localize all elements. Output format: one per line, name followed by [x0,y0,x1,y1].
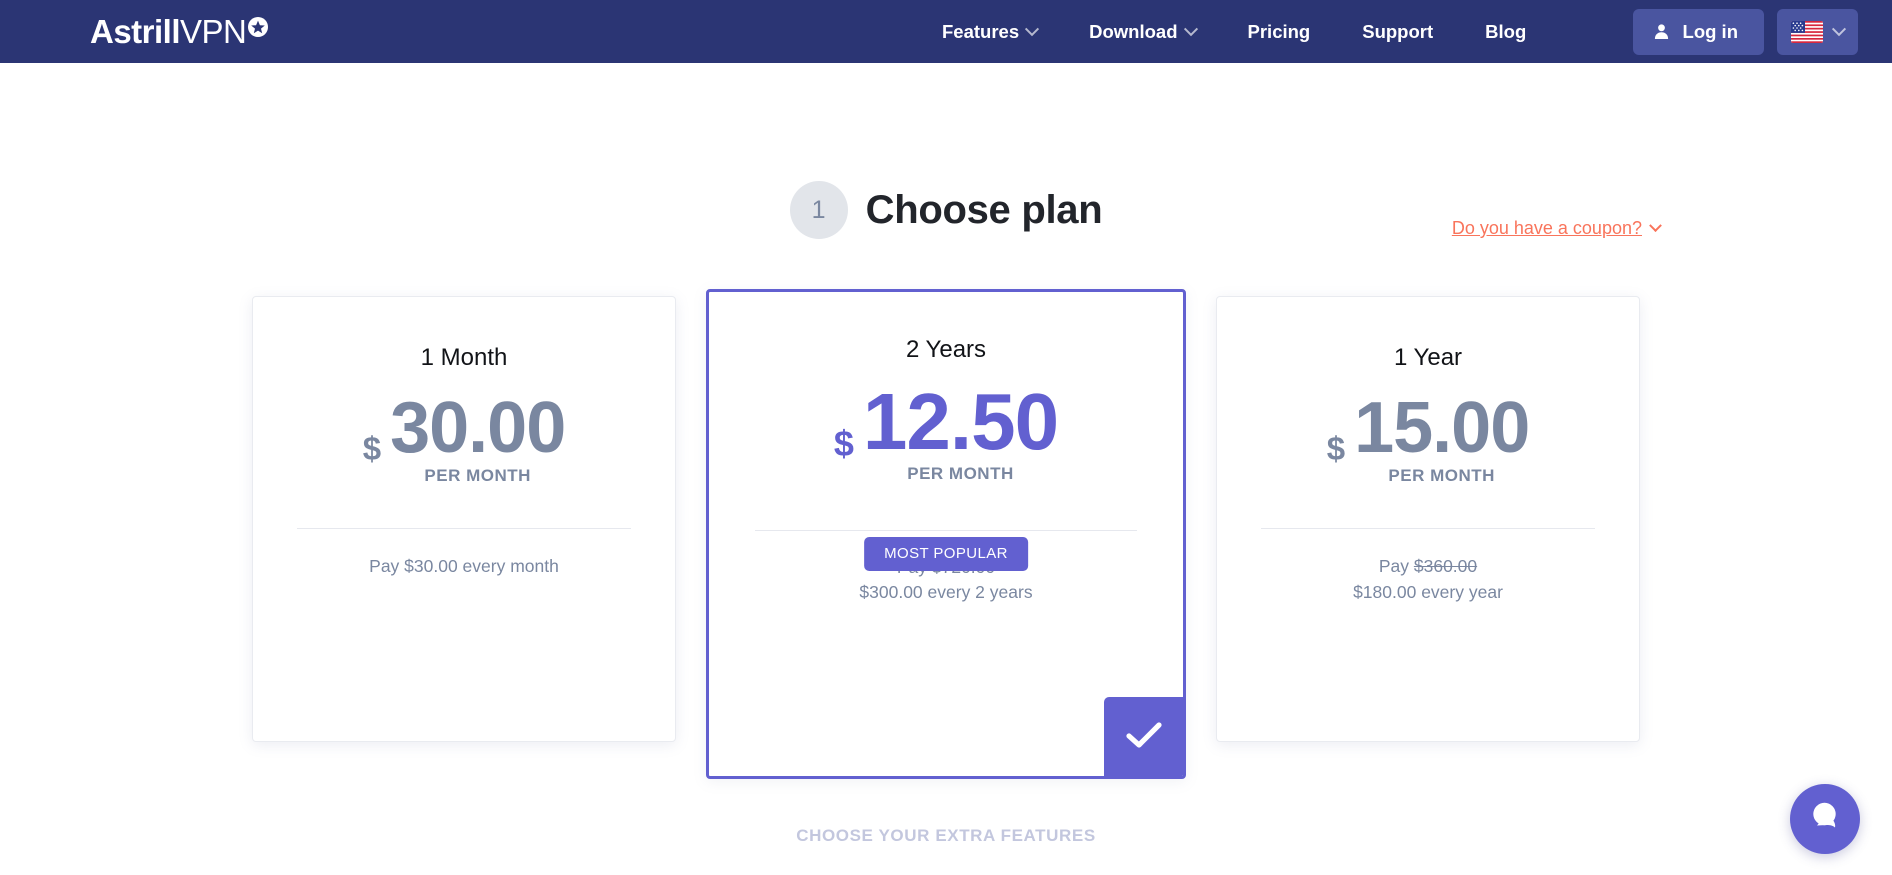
price-period: PER MONTH [1388,466,1495,486]
nav-item-support[interactable]: Support [1336,21,1459,43]
chevron-down-icon [1025,21,1040,36]
step-badge: 1 [789,181,848,239]
billing-prefix: Pay [1378,556,1414,577]
logo-text-thin: VPN [180,13,247,50]
nav-item-blog-label: Blog [1485,20,1527,42]
currency-symbol: $ [1326,430,1346,467]
billing-line-2: $300.00 every 2 years [859,582,1033,603]
language-selector[interactable] [1777,8,1858,55]
nav-item-pricing[interactable]: Pricing [1222,21,1337,43]
price-period: PER MONTH [424,466,531,486]
price-amount: 12.50 [862,377,1059,466]
chevron-down-icon [1183,21,1198,36]
plan-card-2-years[interactable]: 2 Years $ 12.50 PER MONTH Pay $720.00 $3… [706,289,1186,779]
nav-item-features-label: Features [942,20,1020,42]
nav-item-blog[interactable]: Blog [1459,21,1552,43]
chevron-down-icon [1649,219,1662,233]
page-title: Choose plan [865,187,1103,232]
nav-links: Features Download Pricing Support Blog [916,0,1552,63]
login-button[interactable]: Log in [1632,8,1764,55]
billing-prefix: Pay [369,556,405,577]
checkmark-icon [1126,721,1162,754]
star-badge-icon [247,10,269,43]
plan-cards: 1 Month $ 30.00 PER MONTH Pay $30.00 eve… [0,289,1892,779]
plan-card-1-year[interactable]: 1 Year $ 15.00 PER MONTH Pay $360.00 $18… [1216,296,1640,742]
billing-rest: $30.00 every month [404,556,559,577]
plan-price: $ 30.00 PER MONTH [253,388,675,486]
plan-billing-note: Pay $30.00 every month [253,554,675,579]
plan-card-1-month[interactable]: 1 Month $ 30.00 PER MONTH Pay $30.00 eve… [252,296,676,742]
card-divider [1261,528,1595,530]
extra-features-heading: CHOOSE YOUR EXTRA FEATURES [796,826,1096,845]
plan-price: $ 12.50 PER MONTH [709,377,1183,484]
billing-line-2: $180.00 every year [1353,581,1503,602]
billing-line-1: Pay $30.00 every month [253,554,675,579]
nav-item-pricing-label: Pricing [1247,20,1311,42]
coupon-toggle-label: Do you have a coupon? [1451,218,1642,238]
most-popular-badge: MOST POPULAR [864,537,1028,571]
billing-line-1: Pay $360.00 [1217,554,1639,579]
chevron-down-icon [1831,21,1847,36]
plan-price: $ 15.00 PER MONTH [1217,388,1639,486]
coupon-toggle[interactable]: Do you have a coupon? [1451,218,1662,239]
price-amount: 15.00 [1354,388,1530,468]
top-navigation-bar: Astrill VPN Features Download Pricing Sup… [0,0,1892,63]
plan-title: 2 Years [905,336,987,363]
person-icon [1653,23,1670,40]
card-divider [297,528,631,530]
nav-item-download-label: Download [1089,20,1178,42]
chat-bubble-icon [1806,798,1844,841]
currency-symbol: $ [362,430,382,467]
nav-right-group: Log in [1632,0,1858,63]
card-divider [755,530,1137,531]
nav-item-download[interactable]: Download [1063,21,1221,43]
page-heading-row: 1 Choose plan Do you have a coupon? [0,63,1892,239]
astrill-vpn-logo[interactable]: Astrill VPN [90,15,269,48]
chat-widget-button[interactable] [1790,784,1860,854]
billing-original-price: $360.00 [1413,556,1478,577]
login-button-label: Log in [1682,20,1738,42]
nav-item-support-label: Support [1362,20,1434,42]
plan-title: 1 Month [420,344,508,371]
nav-item-features[interactable]: Features [916,21,1063,43]
plan-selected-indicator[interactable] [1104,697,1183,776]
price-period: PER MONTH [907,464,1014,483]
currency-symbol: $ [833,423,854,464]
logo-text-bold: Astrill [90,13,181,50]
price-amount: 30.00 [390,388,566,468]
plan-title: 1 Year [1393,344,1463,371]
plan-billing-note: Pay $360.00 $180.00 every year [1217,554,1639,605]
us-flag-icon [1791,20,1823,43]
